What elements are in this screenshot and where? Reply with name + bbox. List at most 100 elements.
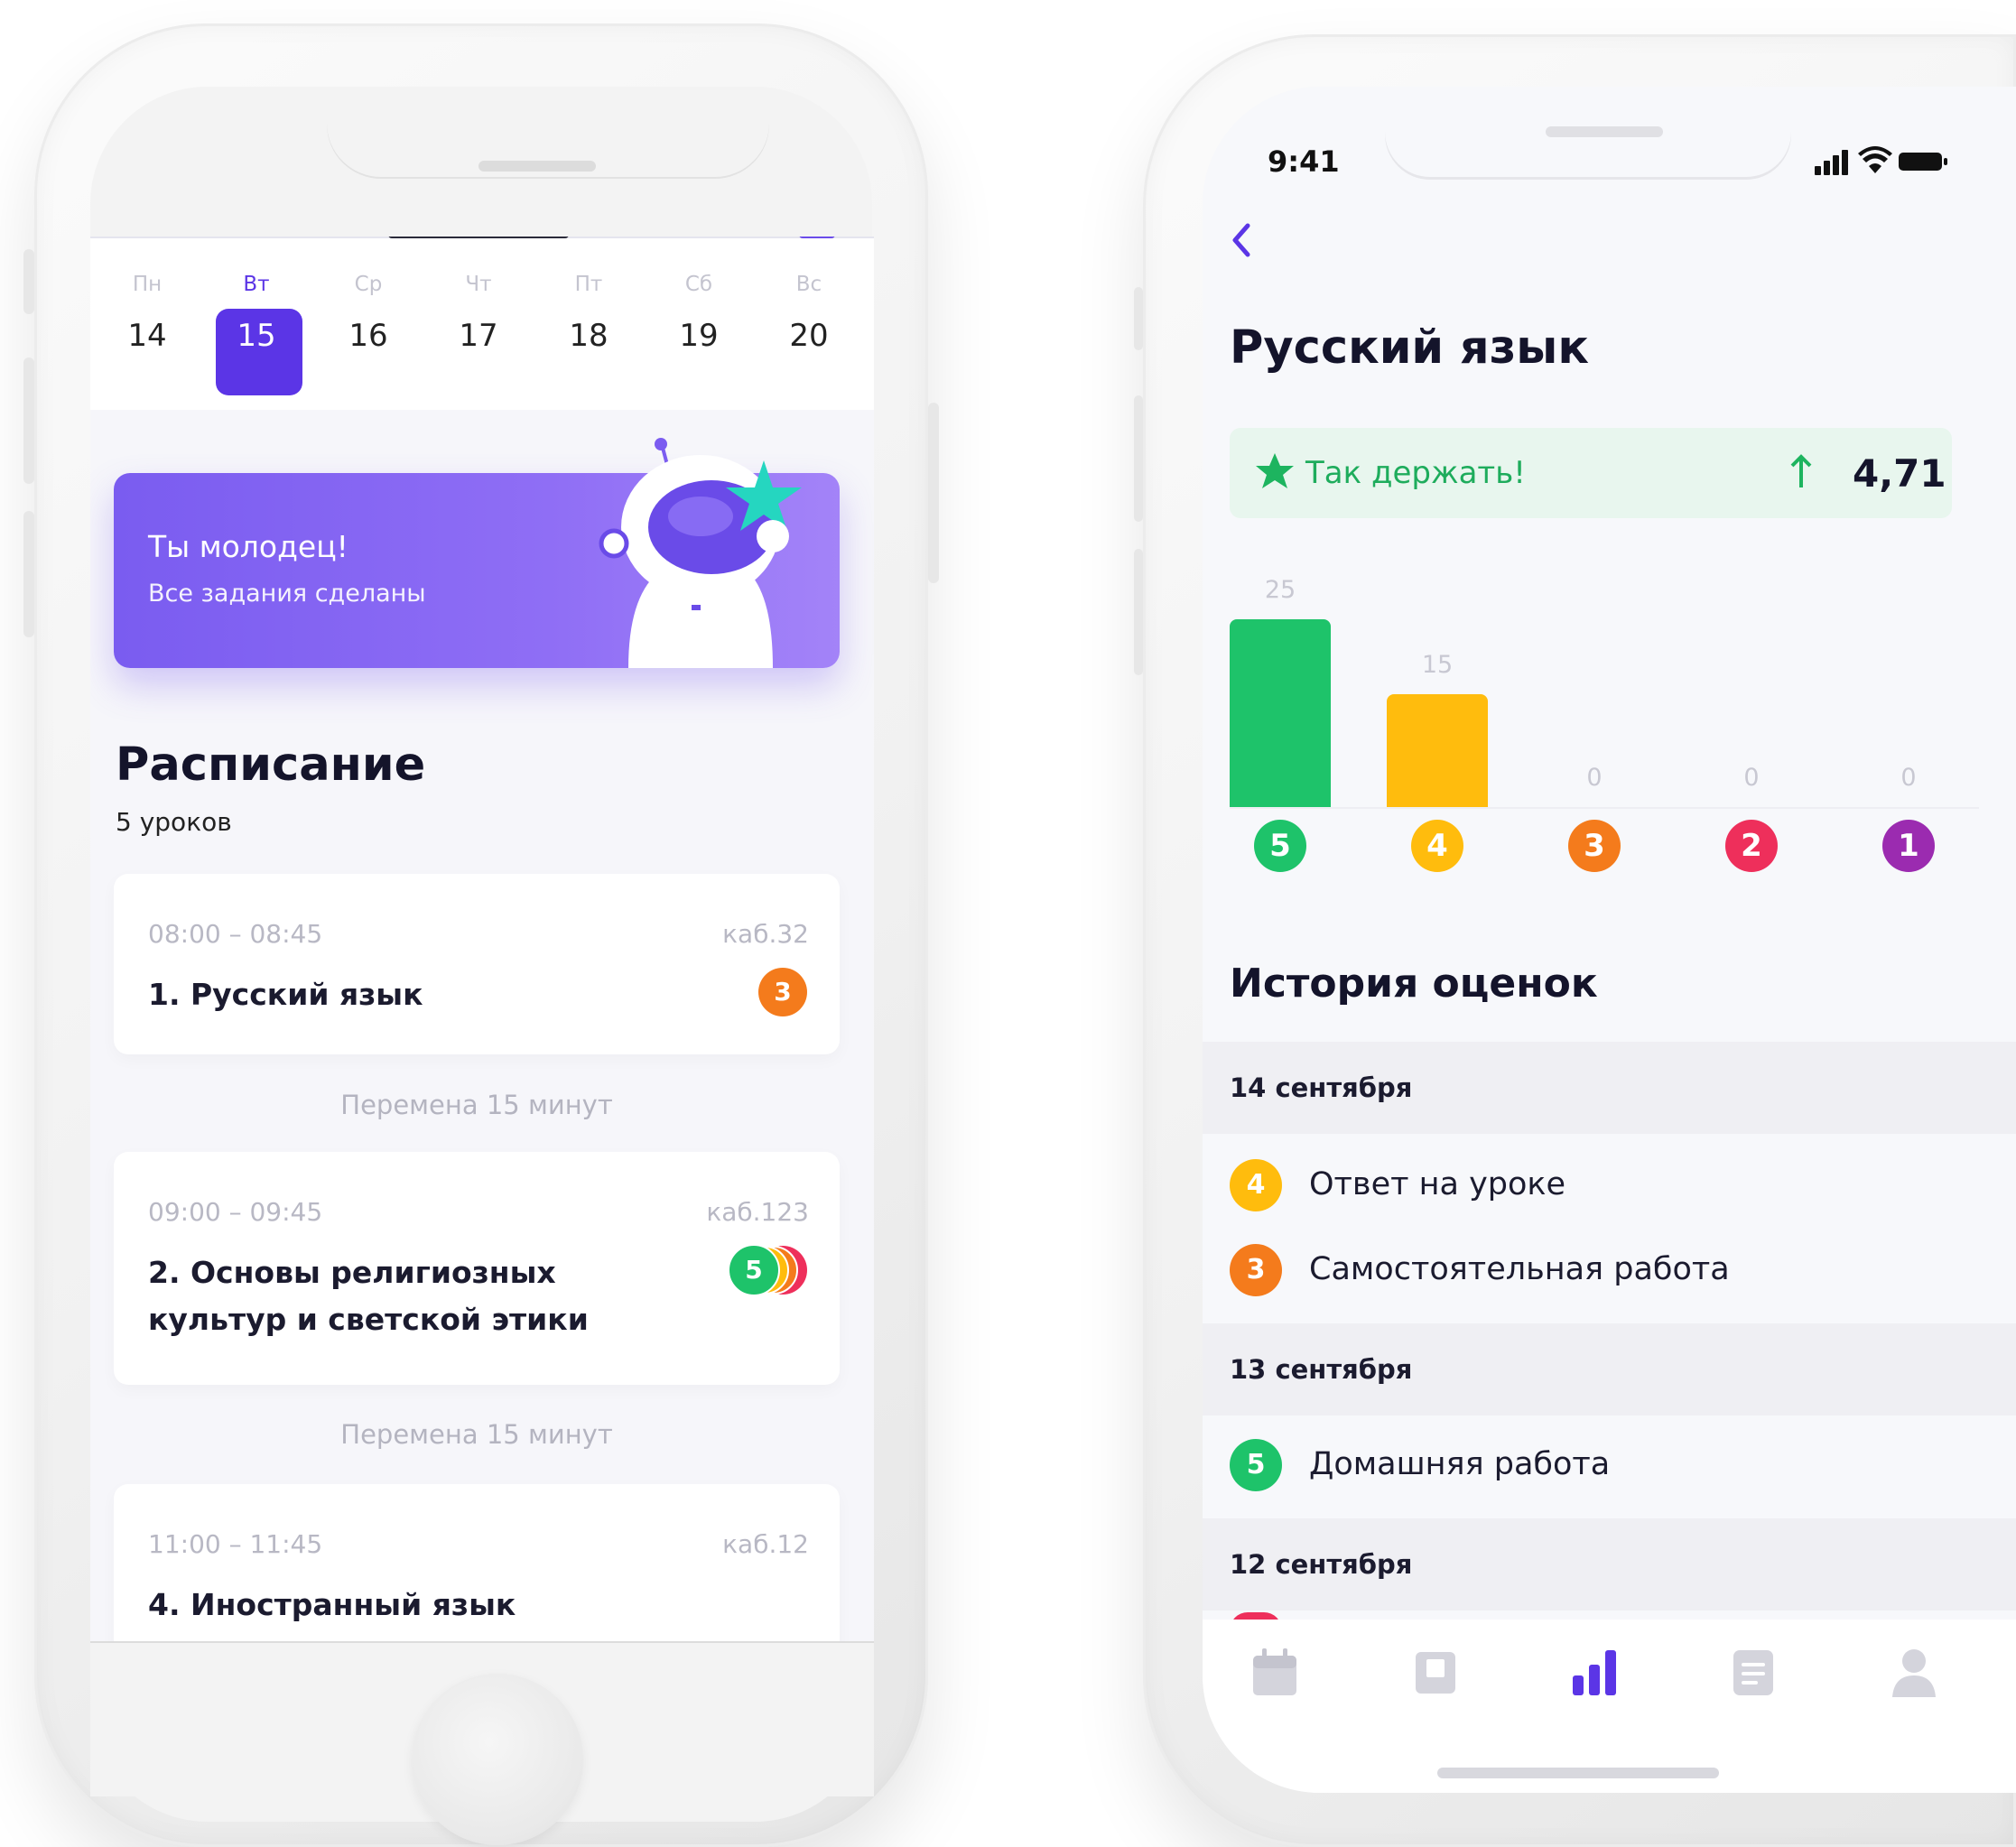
- history-item[interactable]: 4 Ответ на уроке: [1203, 1143, 2016, 1228]
- history-date: 14 сентября: [1230, 1072, 1413, 1103]
- arrow-up-icon: [1790, 454, 1812, 487]
- star-icon: [1256, 453, 1294, 488]
- banner-subtitle: Все задания сделаны: [148, 580, 426, 608]
- signal-icon: [1815, 150, 1848, 175]
- history-item[interactable]: 3 Самостоятельная работа: [1203, 1228, 2016, 1313]
- banner-title: Ты молодец!: [148, 529, 348, 564]
- chart-category-label: 3: [1568, 820, 1621, 872]
- schedule-app: Пн 14 Вт 15 Ср 16 Чт 17 Пт 18 Сб 19 Вс 2…: [90, 237, 874, 1641]
- history-date: 12 сентября: [1230, 1549, 1413, 1580]
- day-name: Ср: [354, 273, 383, 296]
- chart-value-label: 0: [1586, 764, 1603, 792]
- history-date-header: 13 сентября: [1203, 1323, 2016, 1415]
- average-value: 4,71: [1853, 451, 1946, 496]
- history-date: 13 сентября: [1230, 1354, 1413, 1385]
- day-mon[interactable]: Пн 14: [102, 238, 192, 410]
- day-fri[interactable]: Пт 18: [543, 238, 634, 410]
- schedule-title: Расписание: [116, 738, 426, 792]
- day-wed[interactable]: Ср 16: [323, 238, 413, 410]
- mute-switch: [1134, 287, 1143, 350]
- history-date-header: 12 сентября: [1203, 1518, 2016, 1610]
- phone-frame-right: 9:41 Русский язык Так держать! 4,71 25 5…: [1134, 34, 2016, 1847]
- day-number: 19: [679, 318, 719, 354]
- lesson-subject: 4. Иностранный язык: [148, 1587, 516, 1622]
- grades-screen: 9:41 Русский язык Так держать! 4,71 25 5…: [1203, 87, 2016, 1793]
- day-number: 16: [348, 318, 388, 354]
- lesson-room: каб.123: [706, 1197, 809, 1227]
- day-number: 18: [569, 318, 609, 354]
- chart-category-label: 4: [1411, 820, 1463, 872]
- history-item-text: Самостоятельная работа: [1309, 1251, 1730, 1287]
- day-thu[interactable]: Чт 17: [433, 238, 524, 410]
- chart-category-label: 5: [1254, 820, 1306, 872]
- diary-icon[interactable]: [1410, 1645, 1461, 1699]
- history-item-text: Ответ на уроке: [1309, 1166, 1566, 1202]
- lesson-room: каб.32: [722, 919, 809, 949]
- day-name: Вт: [243, 273, 270, 296]
- lesson-subject: 1. Русский язык: [148, 977, 423, 1012]
- volume-down-button: [23, 511, 34, 637]
- day-number: 15: [237, 318, 276, 354]
- lesson-room: каб.12: [722, 1529, 809, 1559]
- astronaut-illustration: [599, 438, 802, 668]
- chart-value-label: 0: [1900, 764, 1917, 792]
- mute-switch: [23, 249, 34, 314]
- subject-title: Русский язык: [1230, 321, 1590, 375]
- chart-value-label: 25: [1264, 576, 1296, 604]
- chart-bar-grade-5: [1230, 619, 1331, 807]
- grade-badge: 5: [1230, 1439, 1282, 1491]
- day-sat[interactable]: Сб 19: [654, 238, 744, 410]
- chart-value-label: 15: [1421, 651, 1454, 679]
- speaker: [1546, 126, 1663, 137]
- chart-bar-grade-4: [1387, 694, 1488, 807]
- day-name: Чт: [465, 273, 492, 296]
- break-label: Перемена 15 минут: [340, 1419, 613, 1450]
- achievement-banner[interactable]: Ты молодец! Все задания сделаны: [114, 438, 840, 668]
- volume-up-button: [1134, 395, 1143, 522]
- document-icon[interactable]: [1728, 1645, 1779, 1699]
- lesson-card-3[interactable]: 11:00 – 11:45 каб.12 4. Иностранный язык: [114, 1484, 840, 1641]
- lesson-count: 5 уроков: [116, 807, 232, 837]
- back-button[interactable]: [1230, 222, 1253, 268]
- lesson-time: 09:00 – 09:45: [148, 1197, 323, 1227]
- grade-badge: 4: [1230, 1159, 1282, 1211]
- history-item-text: Домашняя работа: [1309, 1446, 1611, 1482]
- average-grade-box: Так держать! 4,71: [1230, 428, 1952, 518]
- encouragement-text: Так держать!: [1305, 455, 1526, 491]
- day-name: Вс: [795, 273, 822, 296]
- week-strip: Пн 14 Вт 15 Ср 16 Чт 17 Пт 18 Сб 19 Вс 2…: [90, 237, 874, 410]
- lesson-card-1[interactable]: 08:00 – 08:45 каб.32 1. Русский язык 3: [114, 874, 840, 1054]
- break-label: Перемена 15 минут: [340, 1090, 613, 1120]
- power-button: [928, 403, 939, 583]
- profile-icon[interactable]: [1889, 1645, 1939, 1699]
- history-item[interactable]: 5 Домашняя работа: [1203, 1423, 2016, 1508]
- history-title: История оценок: [1230, 961, 1598, 1007]
- day-tue-selected[interactable]: Вт 15: [211, 238, 302, 410]
- chart-icon[interactable]: [1569, 1645, 1620, 1699]
- chart-category-label: 2: [1725, 820, 1778, 872]
- lesson-subject: 2. Основы религиозных культур и светской…: [148, 1255, 589, 1337]
- speaker: [478, 161, 596, 172]
- grade-badge: 3: [1230, 1244, 1282, 1296]
- day-number: 14: [127, 318, 167, 354]
- lesson-time: 11:00 – 11:45: [148, 1529, 323, 1559]
- calendar-icon[interactable]: [1250, 1645, 1300, 1699]
- history-date-header: 14 сентября: [1203, 1042, 2016, 1134]
- chart-baseline: [1230, 807, 1979, 809]
- wifi-icon: [1858, 146, 1892, 173]
- chevron-left-icon: [1232, 223, 1250, 257]
- lesson-time: 08:00 – 08:45: [148, 919, 323, 949]
- grade-distribution-chart: 25 5 15 4 0 3 0 2 0 1: [1203, 556, 2016, 935]
- volume-down-button: [1134, 549, 1143, 675]
- chart-value-label: 0: [1743, 764, 1760, 792]
- status-time: 9:41: [1268, 144, 1340, 179]
- day-name: Пт: [574, 273, 603, 296]
- day-name: Сб: [684, 273, 713, 296]
- home-indicator: [1437, 1768, 1719, 1778]
- chart-category-label: 1: [1882, 820, 1935, 872]
- home-button[interactable]: [412, 1674, 583, 1845]
- battery-icon: [1899, 153, 1947, 171]
- day-number: 20: [789, 318, 829, 354]
- day-sun[interactable]: Вс 20: [764, 238, 854, 410]
- lesson-card-2[interactable]: 09:00 – 09:45 каб.123 2. Основы религиоз…: [114, 1152, 840, 1385]
